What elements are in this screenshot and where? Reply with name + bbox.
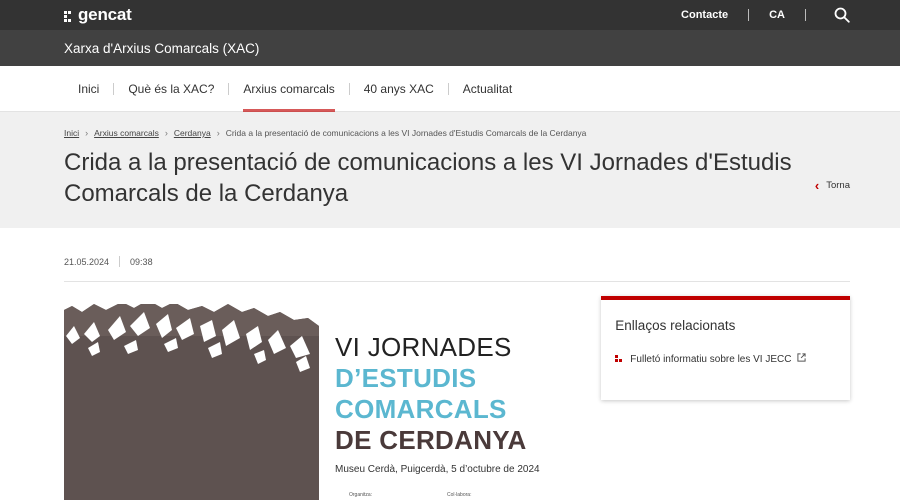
poster-col-labora: Col·labora:	[447, 492, 472, 498]
divider	[805, 9, 806, 21]
poster-subtitle: Museu Cerdà, Puigcerdà, 5 d’octubre de 2…	[335, 464, 540, 475]
breadcrumb: Inici › Arxius comarcals › Cerdanya › Cr…	[64, 128, 850, 138]
page-title: Crida a la presentació de comunicacions …	[64, 149, 792, 207]
post-date: 21.05.2024	[64, 256, 110, 267]
gencat-dots-icon	[64, 10, 75, 22]
nav-item-inici[interactable]: Inici	[64, 66, 113, 111]
external-link-icon	[797, 353, 807, 365]
poster-line-3: COMARCALS	[335, 394, 507, 424]
top-right-controls: Contacte CA	[681, 0, 850, 30]
nav-item-que-es-la-xac[interactable]: Què és la XAC?	[114, 66, 228, 111]
site-title-bar: Xarxa d'Arxius Comarcals (XAC)	[0, 30, 900, 66]
top-bar: gencat Contacte CA	[0, 0, 900, 30]
divider	[748, 9, 750, 21]
logo-text: gencat	[78, 5, 132, 24]
nav-item-40-anys-xac[interactable]: 40 anys XAC	[350, 66, 448, 111]
gencat-logo[interactable]: gencat	[64, 5, 132, 25]
event-poster-image: VI JORNADES D’ESTUDIS COMARCALS DE CERDA…	[64, 296, 593, 500]
meta-divider	[119, 256, 121, 267]
nav-item-arxius-comarcals[interactable]: Arxius comarcals	[229, 66, 348, 112]
breadcrumb-link-cerdanya[interactable]: Cerdanya	[174, 128, 211, 138]
poster-line-1: VI JORNADES	[335, 332, 512, 362]
language-selector[interactable]: CA	[769, 9, 785, 21]
related-link[interactable]: Fulletó informatiu sobre les VI JECC	[615, 353, 836, 365]
main-content: VI JORNADES D’ESTUDIS COMARCALS DE CERDA…	[0, 282, 900, 500]
post-time: 09:38	[130, 256, 153, 267]
related-link-label: Fulletó informatiu sobre les VI JECC	[630, 353, 792, 365]
post-meta: 21.05.2024 09:38	[0, 228, 900, 267]
search-icon[interactable]	[834, 7, 850, 23]
chevron-right-icon: ›	[85, 128, 89, 138]
poster-line-2: D’ESTUDIS	[335, 363, 477, 393]
site-title[interactable]: Xarxa d'Arxius Comarcals (XAC)	[64, 41, 259, 56]
mountain-illustration	[64, 296, 319, 500]
bullet-dots-icon	[615, 354, 623, 362]
breadcrumb-link-inici[interactable]: Inici	[64, 128, 79, 138]
breadcrumb-link-arxius-comarcals[interactable]: Arxius comarcals	[94, 128, 159, 138]
page-header: Inici › Arxius comarcals › Cerdanya › Cr…	[0, 112, 900, 228]
poster-line-4: DE CERDANYA	[335, 425, 527, 455]
chevron-left-icon: ‹	[814, 178, 820, 193]
poster-text: VI JORNADES D’ESTUDIS COMARCALS DE CERDA…	[335, 332, 540, 475]
main-nav: Inici Què és la XAC? Arxius comarcals 40…	[0, 66, 900, 112]
back-link[interactable]: ‹ Torna	[815, 178, 850, 193]
back-label: Torna	[826, 180, 850, 191]
contact-link[interactable]: Contacte	[681, 9, 728, 21]
related-links-title: Enllaços relacionats	[615, 318, 736, 333]
nav-item-actualitat[interactable]: Actualitat	[449, 66, 526, 111]
poster-organitza: Organitza:	[349, 492, 373, 498]
breadcrumb-current: Crida a la presentació de comunicacions …	[225, 128, 587, 138]
chevron-right-icon: ›	[164, 128, 168, 138]
chevron-right-icon: ›	[216, 128, 220, 138]
related-links-panel: Enllaços relacionats Fulletó informatiu …	[601, 296, 850, 400]
